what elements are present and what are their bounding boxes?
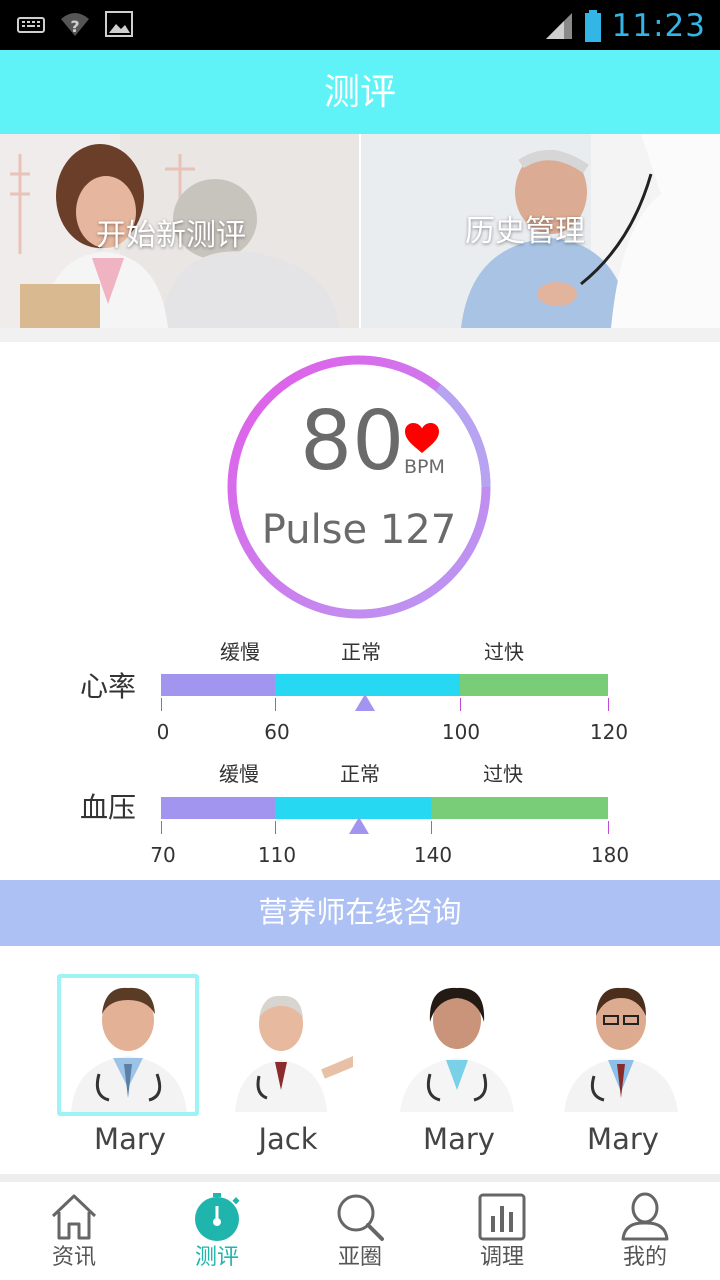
user-icon <box>621 1192 669 1241</box>
section-divider <box>0 328 720 342</box>
segment-fast <box>460 674 608 696</box>
status-right: 11:23 <box>544 6 706 46</box>
tab-news[interactable]: 资讯 <box>2 1182 146 1280</box>
search-icon <box>337 1194 384 1241</box>
expert-name: Mary <box>587 1122 659 1156</box>
expert-card[interactable]: Mary <box>57 974 203 1164</box>
tick <box>275 821 276 834</box>
home-icon <box>51 1194 97 1240</box>
tick-label: 70 <box>150 843 176 867</box>
tab-mine[interactable]: 我的 <box>573 1182 717 1280</box>
title-bar: 测评 <box>0 50 720 134</box>
heart-icon <box>405 423 439 453</box>
blood-pressure-meter: 血压 缓慢 正常 过快 70 110 140 180 <box>0 759 720 869</box>
stopwatch-icon <box>195 1193 240 1241</box>
segment-slow <box>161 797 275 819</box>
tab-label: 我的 <box>622 1245 667 1270</box>
nav-divider <box>0 1174 720 1182</box>
segment-fast <box>431 797 608 819</box>
category-fast: 过快 <box>483 762 523 786</box>
expert-card[interactable]: Jack <box>215 974 361 1164</box>
expert-card[interactable]: Mary <box>386 974 532 1164</box>
avatar <box>390 978 524 1112</box>
page-title: 测评 <box>323 72 396 113</box>
heart-rate-unit: BPM <box>404 456 445 478</box>
blood-pressure-pointer <box>349 817 369 834</box>
signal-icon <box>545 13 572 39</box>
meter-label: 血压 <box>80 791 137 824</box>
expert-card[interactable]: Mary <box>550 974 696 1164</box>
bar-chart-icon <box>478 1193 526 1241</box>
segment-normal <box>275 674 460 696</box>
tick <box>161 821 162 834</box>
heart-rate-value: 80 <box>300 394 405 489</box>
clock: 11:23 <box>611 8 706 44</box>
expert-name: Jack <box>258 1122 318 1156</box>
tick-label: 60 <box>264 720 290 744</box>
history-management-banner[interactable]: 历史管理 <box>361 134 720 328</box>
banner-row: 开始新测评 历史管理 <box>0 134 720 328</box>
tick <box>460 698 461 711</box>
meter-label: 心率 <box>80 670 137 703</box>
image-icon <box>105 11 133 37</box>
category-normal: 正常 <box>340 762 380 786</box>
tab-community[interactable]: 亚圈 <box>288 1182 432 1280</box>
tick <box>431 821 432 834</box>
avatar <box>554 978 688 1112</box>
category-fast: 过快 <box>484 640 524 664</box>
tab-label: 亚圈 <box>337 1245 382 1270</box>
tick-label: 140 <box>413 843 453 867</box>
tick <box>608 821 609 834</box>
category-normal: 正常 <box>341 640 381 664</box>
tick <box>608 698 609 711</box>
start-evaluation-banner[interactable]: 开始新测评 <box>0 134 359 328</box>
battery-icon <box>584 10 601 42</box>
wifi-unknown-icon: ? <box>61 13 89 36</box>
avatar <box>57 974 199 1116</box>
tab-label: 测评 <box>194 1245 239 1270</box>
tick-label: 110 <box>257 843 297 867</box>
history-management-label: 历史管理 <box>465 214 585 249</box>
status-bar: ? 11:23 <box>0 0 720 50</box>
tick-label: 120 <box>589 720 629 744</box>
expert-name: Mary <box>94 1122 166 1156</box>
pulse-value: Pulse 127 <box>261 507 457 553</box>
nutritionist-consult-header[interactable]: 营养师在线咨询 <box>0 880 720 946</box>
svg-text:?: ? <box>70 17 79 36</box>
category-slow: 缓慢 <box>219 762 259 786</box>
tab-evaluation[interactable]: 测评 <box>145 1182 289 1280</box>
category-slow: 缓慢 <box>220 640 260 664</box>
tab-label: 资讯 <box>51 1245 96 1270</box>
avatar <box>219 978 353 1112</box>
keyboard-icon <box>17 17 45 33</box>
tick-label: 0 <box>156 720 170 744</box>
heart-rate-meter: 心率 缓慢 正常 过快 0 60 100 120 <box>0 636 720 746</box>
tick <box>275 698 276 711</box>
tab-label: 调理 <box>479 1245 524 1270</box>
expert-name: Mary <box>423 1122 495 1156</box>
tick <box>161 698 162 711</box>
consult-title: 营养师在线咨询 <box>258 895 462 929</box>
tab-conditioning[interactable]: 调理 <box>430 1182 574 1280</box>
segment-normal <box>275 797 431 819</box>
tick-label: 100 <box>441 720 481 744</box>
tick-label: 180 <box>590 843 630 867</box>
bottom-navigation: 资讯 测评 亚圈 调理 我的 <box>0 1182 720 1280</box>
heart-rate-pointer <box>355 694 375 711</box>
segment-slow <box>161 674 275 696</box>
start-evaluation-label: 开始新测评 <box>96 218 246 253</box>
status-left-icons: ? <box>16 10 134 38</box>
expert-list: Mary Jack Mary Mary <box>0 946 720 1174</box>
